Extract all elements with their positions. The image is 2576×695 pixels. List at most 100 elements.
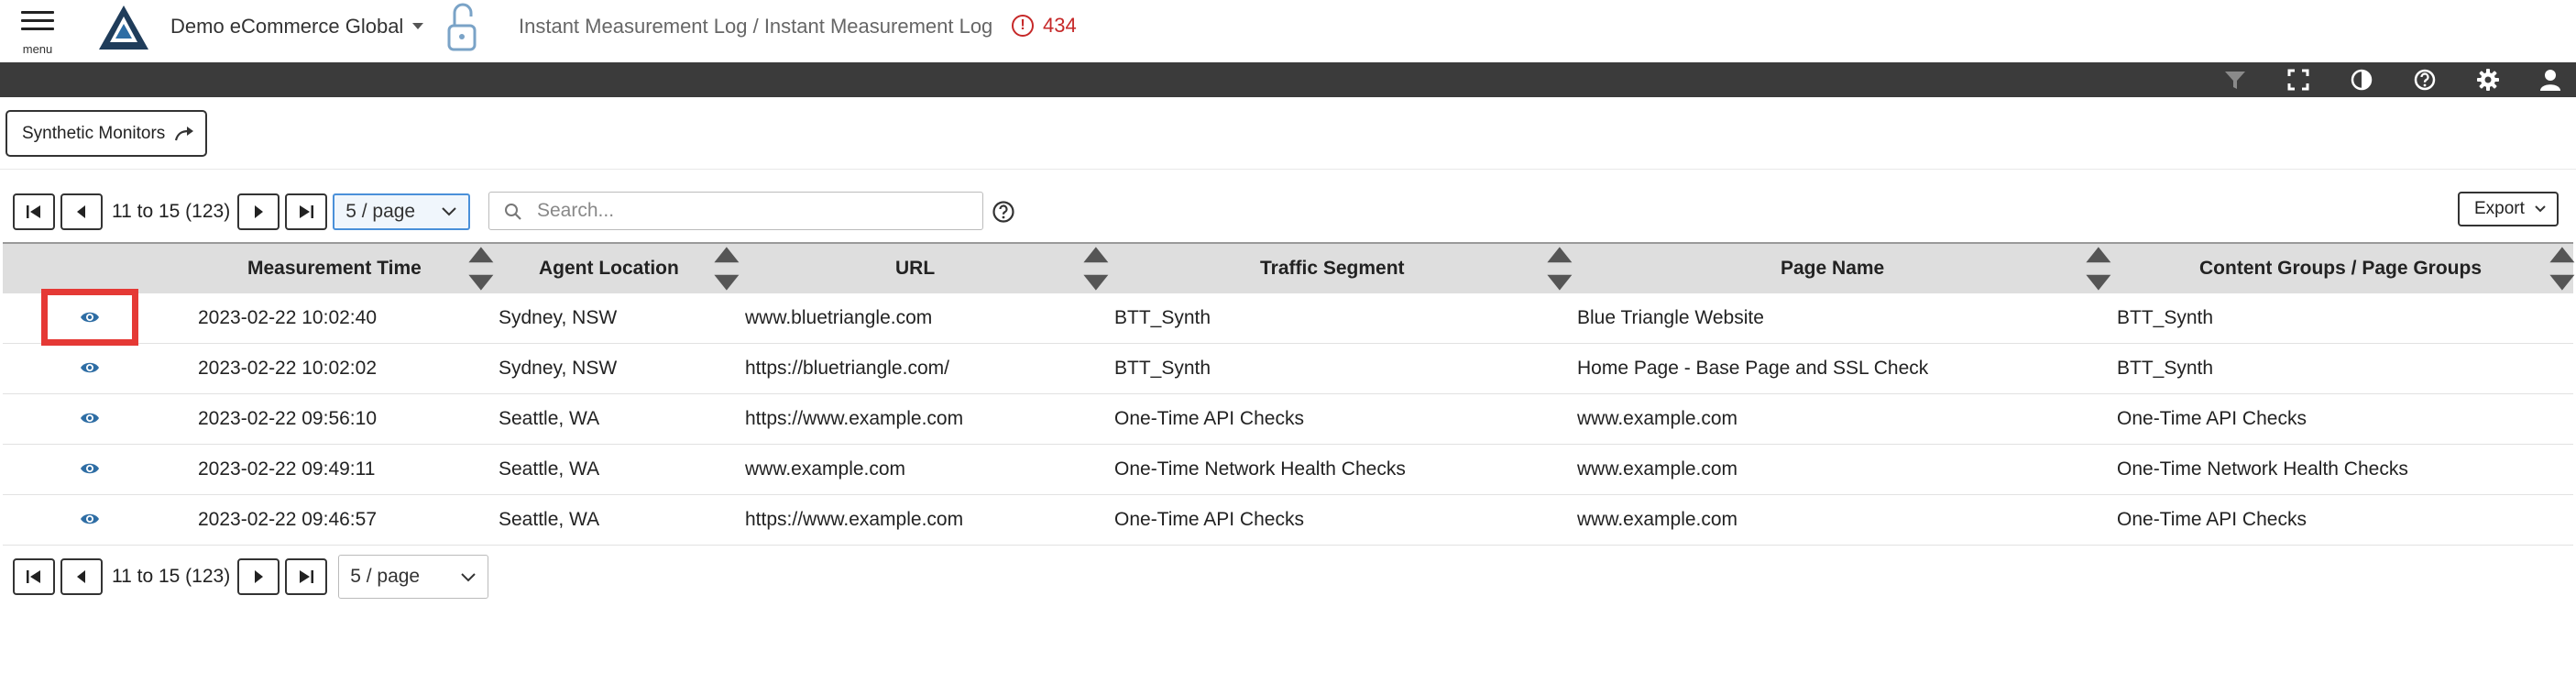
column-label: Agent Location (539, 258, 679, 279)
page-range: 11 to 15 (123) (112, 201, 231, 222)
sort-icon[interactable] (711, 244, 742, 293)
table-row[interactable]: 2023-02-22 09:49:11 Seattle, WA www.exam… (3, 445, 2573, 495)
top-header: menu Demo eCommerce Global Instant Measu… (0, 0, 2576, 62)
first-page-button[interactable] (13, 193, 55, 230)
org-name[interactable]: Demo eCommerce Global (170, 15, 403, 39)
alert-count: 434 (1043, 14, 1077, 37)
sort-icon[interactable] (466, 244, 497, 293)
sort-icon[interactable] (2547, 244, 2576, 293)
last-page-icon (300, 205, 314, 218)
eye-icon[interactable] (80, 461, 100, 476)
eye-icon[interactable] (80, 360, 100, 375)
column-label: Measurement Time (247, 258, 422, 279)
cell-measurement-time: 2023-02-22 10:02:02 (198, 358, 377, 379)
cell-content-group: One-Time API Checks (2117, 509, 2307, 530)
synthetic-monitors-label: Synthetic Monitors (22, 123, 166, 143)
menu-label: menu (22, 42, 53, 56)
cell-measurement-time: 2023-02-22 09:46:57 (198, 509, 377, 530)
column-label: Page Name (1781, 258, 1885, 279)
column-header-url[interactable]: URL (895, 244, 935, 293)
cell-url: https://www.example.com (745, 408, 964, 429)
table-row[interactable]: 2023-02-22 10:02:02 Sydney, NSW https://… (3, 344, 2573, 394)
column-header-content-groups[interactable]: Content Groups / Page Groups (2199, 244, 2482, 293)
cell-url: https://www.example.com (745, 509, 964, 530)
sort-icon[interactable] (1544, 244, 1575, 293)
eye-icon[interactable] (80, 512, 100, 526)
search-field[interactable] (488, 192, 983, 230)
cell-page-name: www.example.com (1577, 408, 1738, 429)
eye-icon[interactable] (80, 411, 100, 425)
hamburger-icon (21, 6, 54, 36)
search-help-icon[interactable] (992, 200, 1015, 224)
table-row[interactable]: 2023-02-22 10:02:40 Sydney, NSW www.blue… (3, 293, 2573, 344)
column-label: URL (895, 258, 936, 279)
export-button[interactable]: Export (2458, 192, 2559, 226)
export-label: Export (2474, 199, 2525, 218)
cell-measurement-time: 2023-02-22 09:49:11 (198, 458, 376, 480)
cell-agent-location: Seattle, WA (499, 509, 600, 530)
cell-content-group: One-Time Network Health Checks (2117, 458, 2408, 480)
search-icon (505, 204, 521, 220)
last-page-button[interactable] (285, 193, 328, 230)
table-header: Measurement Time Agent Location URL Traf… (3, 242, 2576, 293)
page-range: 11 to 15 (123) (112, 566, 231, 587)
filter-icon[interactable] (2223, 68, 2247, 92)
unlock-icon[interactable] (445, 2, 478, 53)
measurement-table: Measurement Time Agent Location URL Traf… (3, 242, 2576, 546)
page-size-value: 5 / page (345, 201, 416, 222)
column-header-page-name[interactable]: Page Name (1781, 244, 1884, 293)
cell-content-group: BTT_Synth (2117, 358, 2214, 379)
table-row[interactable]: 2023-02-22 09:46:57 Seattle, WA https://… (3, 495, 2573, 546)
cell-content-group: One-Time API Checks (2117, 408, 2307, 429)
cell-traffic-segment: BTT_Synth (1114, 307, 1211, 328)
column-header-measurement-time[interactable]: Measurement Time (247, 244, 422, 293)
last-page-button[interactable] (285, 558, 328, 595)
chevron-down-icon (461, 573, 476, 582)
chevron-down-icon[interactable] (411, 22, 424, 31)
cell-traffic-segment: One-Time Network Health Checks (1114, 458, 1406, 480)
cell-agent-location: Seattle, WA (499, 408, 600, 429)
alert-badge[interactable]: ! 434 (1012, 14, 1077, 38)
next-page-icon (255, 205, 264, 218)
prev-page-icon (77, 570, 85, 583)
breadcrumb: Instant Measurement Log / Instant Measur… (519, 15, 993, 38)
pager-bottom: 11 to 15 (123) 5 / page (13, 555, 489, 599)
prev-page-button[interactable] (60, 193, 103, 230)
cell-traffic-segment: One-Time API Checks (1114, 509, 1304, 530)
cell-agent-location: Seattle, WA (499, 458, 600, 480)
prev-page-button[interactable] (60, 558, 103, 595)
next-page-icon (255, 570, 264, 583)
first-page-button[interactable] (13, 558, 55, 595)
first-page-icon (27, 205, 40, 218)
user-icon[interactable] (2538, 68, 2562, 92)
fullscreen-icon[interactable] (2286, 68, 2310, 92)
last-page-icon (300, 570, 314, 583)
cell-page-name: Blue Triangle Website (1577, 307, 1764, 328)
sort-icon[interactable] (2083, 244, 2114, 293)
column-header-traffic-segment[interactable]: Traffic Segment (1260, 244, 1405, 293)
chevron-down-icon (442, 207, 456, 216)
page-size-select[interactable]: 5 / page (333, 193, 471, 230)
cell-agent-location: Sydney, NSW (499, 358, 618, 379)
cell-content-group: BTT_Synth (2117, 307, 2214, 328)
next-page-button[interactable] (237, 558, 280, 595)
toolbar (0, 62, 2576, 97)
column-header-agent-location[interactable]: Agent Location (539, 244, 679, 293)
logo-icon (99, 6, 148, 50)
synthetic-monitors-button[interactable]: Synthetic Monitors (5, 110, 207, 157)
help-icon[interactable] (2413, 68, 2437, 92)
page-size-value: 5 / page (350, 566, 421, 587)
first-page-icon (27, 570, 40, 583)
cell-measurement-time: 2023-02-22 09:56:10 (198, 408, 377, 429)
cell-traffic-segment: BTT_Synth (1114, 358, 1211, 379)
sort-icon[interactable] (1080, 244, 1112, 293)
search-input[interactable] (535, 198, 966, 224)
cell-page-name: Home Page - Base Page and SSL Check (1577, 358, 1929, 379)
eye-icon[interactable] (80, 310, 100, 325)
contrast-icon[interactable] (2350, 68, 2373, 92)
menu-button[interactable]: menu (16, 4, 59, 57)
next-page-button[interactable] (237, 193, 280, 230)
gear-icon[interactable] (2476, 68, 2500, 92)
page-size-select[interactable]: 5 / page (338, 555, 489, 599)
table-row[interactable]: 2023-02-22 09:56:10 Seattle, WA https://… (3, 394, 2573, 445)
